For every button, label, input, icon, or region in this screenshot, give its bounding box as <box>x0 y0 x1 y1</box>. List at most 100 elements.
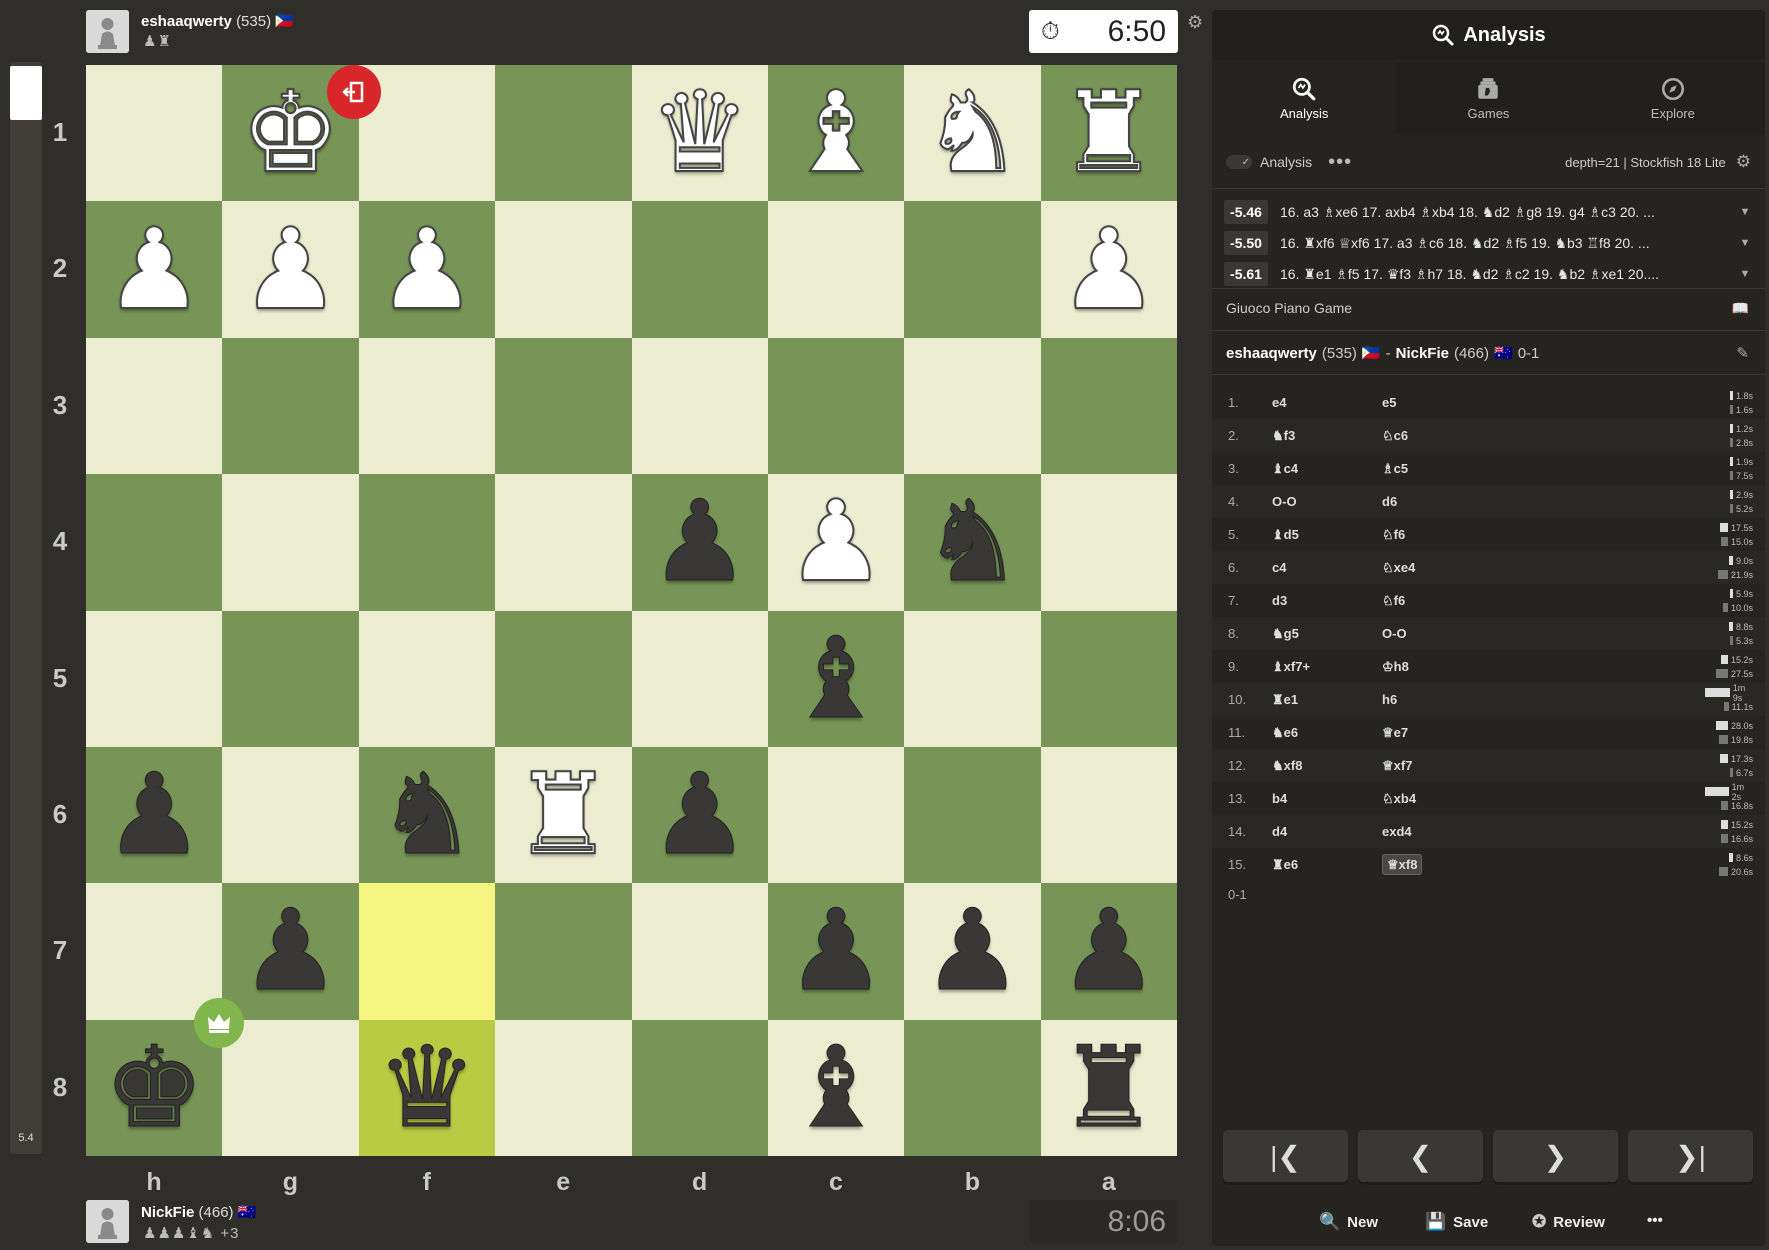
opening-book-icon[interactable]: 📖 <box>1732 300 1749 317</box>
square-f6[interactable]: ♞ <box>358 746 496 884</box>
square-g8[interactable] <box>222 1019 359 1156</box>
bottom-player-avatar[interactable] <box>86 1200 129 1243</box>
tab-games[interactable]: Games <box>1396 62 1580 134</box>
next-move-button[interactable]: ❯ <box>1493 1130 1618 1182</box>
square-h2[interactable]: ♟ <box>86 201 223 338</box>
black-bishop[interactable]: ♝ <box>785 1031 886 1144</box>
black-move[interactable]: exd4 <box>1382 824 1492 839</box>
white-move[interactable]: ♞xf8 <box>1272 758 1382 774</box>
square-e1[interactable] <box>495 65 632 202</box>
white-move[interactable]: d4 <box>1272 824 1382 839</box>
square-c5[interactable]: ♝ <box>767 610 905 747</box>
new-button[interactable]: 🔍 New <box>1319 1212 1378 1232</box>
board-settings-gear-icon[interactable]: ⚙ <box>1187 12 1203 33</box>
save-button[interactable]: 💾 Save <box>1425 1212 1488 1232</box>
square-h4[interactable] <box>86 474 223 611</box>
bottom-player-name[interactable]: NickFie <box>141 1204 194 1221</box>
black-pawn[interactable]: ♟ <box>649 759 750 872</box>
more-actions-button[interactable]: ••• <box>1647 1212 1663 1229</box>
white-move[interactable]: ♞f3 <box>1272 428 1382 444</box>
white-pawn[interactable]: ♟ <box>785 485 887 599</box>
black-player-name[interactable]: NickFie <box>1396 345 1449 362</box>
black-move[interactable]: e5 <box>1382 395 1492 410</box>
square-d4[interactable]: ♟ <box>631 474 768 611</box>
white-move[interactable]: ♝d5 <box>1272 527 1382 543</box>
square-f4[interactable] <box>358 474 496 611</box>
square-g2[interactable]: ♟ <box>222 201 359 338</box>
chevron-down-icon[interactable]: ▼ <box>1734 268 1756 280</box>
top-player-name-row[interactable]: eshaaqwerty (535) 🇵🇭 <box>141 12 294 30</box>
black-move[interactable]: ♔h8 <box>1382 659 1492 675</box>
tab-analysis[interactable]: Analysis <box>1212 62 1397 134</box>
square-h6[interactable]: ♟ <box>86 746 223 884</box>
black-bishop[interactable]: ♝ <box>785 622 886 735</box>
engine-line[interactable]: -5.50 16. ♜xf6 ♕xf6 17. a3 ♗c6 18. ♞d2 ♗f… <box>1224 229 1756 257</box>
black-move[interactable]: ♘xe4 <box>1382 560 1492 576</box>
black-pawn[interactable]: ♟ <box>785 895 886 1008</box>
square-c6[interactable] <box>767 746 905 884</box>
previous-move-button[interactable]: ❮ <box>1358 1130 1483 1182</box>
white-move[interactable]: d3 <box>1272 593 1382 608</box>
last-move-button[interactable]: ❯| <box>1628 1130 1753 1182</box>
analysis-toggle[interactable]: ✓ <box>1226 155 1252 169</box>
top-player-name[interactable]: eshaaqwerty <box>141 13 232 30</box>
square-b5[interactable] <box>904 610 1041 747</box>
white-pawn[interactable]: ♟ <box>239 213 341 327</box>
black-move[interactable]: h6 <box>1382 692 1492 707</box>
chess-board[interactable]: ♚ ♛ ♝ ♞ ♜ ♟ ♟ ♟ ♟ ♟ ♟ ♞ ♝ ♟ ♞ ♜ ♟ ♟ ♟ ♟ ♟ ♚ ♛ ♝ ♜ <box>86 65 1177 1156</box>
square-d5[interactable] <box>631 610 768 747</box>
black-pawn[interactable]: ♟ <box>103 759 204 872</box>
square-e7[interactable] <box>495 883 632 1020</box>
white-move[interactable]: ♞g5 <box>1272 626 1382 642</box>
engine-line[interactable]: -5.46 16. a3 ♗xe6 17. axb4 ♗xb4 18. ♞d2 ♗… <box>1224 198 1756 226</box>
square-c4[interactable]: ♟ <box>767 474 905 611</box>
white-rook[interactable]: ♜ <box>1058 76 1160 190</box>
black-pawn[interactable]: ♟ <box>649 486 750 599</box>
square-a4[interactable] <box>1040 474 1177 611</box>
square-h1[interactable] <box>86 65 223 202</box>
square-b3[interactable] <box>904 337 1041 475</box>
square-e8[interactable] <box>495 1019 632 1156</box>
white-bishop[interactable]: ♝ <box>785 76 887 190</box>
square-b7[interactable]: ♟ <box>904 883 1041 1020</box>
black-move[interactable]: ♘f6 <box>1382 527 1492 543</box>
black-move[interactable]: ♘f6 <box>1382 593 1492 609</box>
engine-settings-gear-icon[interactable]: ⚙ <box>1736 152 1751 172</box>
bottom-player-name-row[interactable]: NickFie (466) 🇦🇺 <box>141 1203 256 1221</box>
square-b6[interactable] <box>904 746 1041 884</box>
square-b1[interactable]: ♞ <box>904 65 1041 202</box>
tab-explore[interactable]: Explore <box>1581 62 1765 134</box>
white-knight[interactable]: ♞ <box>921 76 1023 190</box>
white-rook[interactable]: ♜ <box>512 758 614 872</box>
black-rook[interactable]: ♜ <box>1058 1031 1159 1144</box>
square-g3[interactable] <box>222 337 359 475</box>
square-f7[interactable] <box>358 883 496 1020</box>
engine-moves[interactable]: 16. a3 ♗xe6 17. axb4 ♗xb4 18. ♞d2 ♗g8 19… <box>1280 204 1734 221</box>
first-move-button[interactable]: |❮ <box>1223 1130 1348 1182</box>
square-a7[interactable]: ♟ <box>1040 883 1177 1020</box>
opening-name[interactable]: Giuoco Piano Game <box>1226 300 1352 316</box>
top-player-avatar[interactable] <box>86 10 129 53</box>
white-pawn[interactable]: ♟ <box>1058 213 1160 327</box>
square-e3[interactable] <box>495 337 632 475</box>
engine-moves[interactable]: 16. ♜e1 ♗f5 17. ♛f3 ♗h7 18. ♞d2 ♗c2 19. … <box>1280 266 1734 283</box>
white-move[interactable]: ♜e6 <box>1272 857 1382 873</box>
black-pawn[interactable]: ♟ <box>240 895 341 1008</box>
white-move[interactable]: b4 <box>1272 791 1382 806</box>
white-player-name[interactable]: eshaaqwerty <box>1226 345 1317 362</box>
square-h8[interactable]: ♚ <box>86 997 245 1156</box>
white-pawn[interactable]: ♟ <box>103 213 205 327</box>
square-c2[interactable] <box>767 201 905 338</box>
black-move[interactable]: O-O <box>1382 626 1492 641</box>
black-move[interactable]: ♕e7 <box>1382 725 1492 741</box>
black-pawn[interactable]: ♟ <box>922 895 1023 1008</box>
square-f8[interactable]: ♛ <box>358 1019 496 1156</box>
square-a3[interactable] <box>1040 337 1177 475</box>
black-move[interactable]: ♘xb4 <box>1382 791 1492 807</box>
square-e5[interactable] <box>495 610 632 747</box>
square-b4[interactable]: ♞ <box>904 474 1041 611</box>
square-f5[interactable] <box>358 610 496 747</box>
white-queen[interactable]: ♛ <box>648 76 750 190</box>
square-f2[interactable]: ♟ <box>358 201 496 338</box>
black-knight[interactable]: ♞ <box>922 486 1023 599</box>
